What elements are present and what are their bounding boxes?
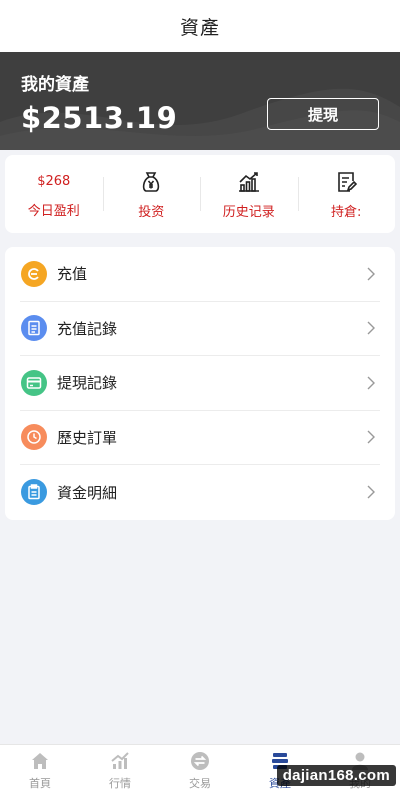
tab-trade[interactable]: 交易 bbox=[160, 745, 240, 796]
tab-home[interactable]: 首頁 bbox=[0, 745, 80, 796]
today-profit-label: 今日盈利 bbox=[27, 203, 80, 219]
chevron-right-icon bbox=[367, 485, 375, 499]
bar-chart-icon bbox=[237, 169, 261, 195]
chevron-right-icon bbox=[367, 376, 375, 390]
card-icon bbox=[21, 369, 47, 396]
tab-market[interactable]: 行情 bbox=[80, 745, 160, 796]
chevron-right-icon bbox=[367, 430, 375, 444]
tab-label-market: 行情 bbox=[109, 777, 131, 790]
menu-list: 充值 充值記錄 提現記錄 歷史訂單 資金明細 bbox=[5, 247, 395, 520]
menu-item-fund-details[interactable]: 資金明細 bbox=[20, 465, 380, 520]
exchange-icon bbox=[190, 750, 210, 772]
history-label: 历史记录 bbox=[222, 204, 275, 220]
withdraw-button[interactable]: 提現 bbox=[267, 98, 379, 130]
chevron-right-icon bbox=[367, 267, 375, 281]
clipboard-icon bbox=[21, 479, 47, 506]
money-bag-icon bbox=[139, 169, 163, 195]
stat-history[interactable]: 历史记录 bbox=[200, 155, 298, 233]
positions-label: 持倉: bbox=[331, 204, 362, 220]
menu-label-withdraw-records: 提現記錄 bbox=[57, 374, 118, 393]
asset-label: 我的資產 bbox=[21, 75, 89, 95]
menu-item-order-history[interactable]: 歷史訂單 bbox=[20, 411, 380, 465]
home-icon bbox=[30, 750, 50, 772]
invest-label: 投资 bbox=[138, 204, 165, 220]
chevron-right-icon bbox=[367, 321, 375, 335]
menu-label-recharge: 充值 bbox=[57, 265, 88, 284]
recharge-icon bbox=[21, 260, 47, 287]
asset-banner: 我的資產 $2513.19 提現 bbox=[0, 52, 400, 150]
menu-label-recharge-records: 充值記錄 bbox=[57, 319, 118, 338]
stat-positions[interactable]: 持倉: bbox=[297, 155, 396, 233]
site-watermark: dajian168.com bbox=[276, 765, 396, 786]
page-title: 資產 bbox=[179, 16, 220, 39]
top-header: 資產 bbox=[0, 0, 400, 52]
menu-item-withdraw-records[interactable]: 提現記錄 bbox=[20, 356, 380, 411]
tab-label-home: 首頁 bbox=[29, 777, 51, 790]
today-profit-value: $268 bbox=[37, 173, 71, 189]
stat-invest[interactable]: 投资 bbox=[102, 155, 201, 233]
stat-today-profit[interactable]: $268 今日盈利 bbox=[5, 155, 103, 233]
stats-card: $268 今日盈利 投资 历史记录 持倉: bbox=[5, 155, 395, 233]
edit-note-icon bbox=[334, 169, 358, 195]
menu-label-order-history: 歷史訂單 bbox=[57, 428, 118, 447]
tab-label-trade: 交易 bbox=[189, 777, 211, 790]
menu-item-recharge[interactable]: 充值 bbox=[20, 247, 380, 302]
menu-label-fund-details: 資金明細 bbox=[57, 483, 118, 502]
trend-icon bbox=[110, 750, 130, 772]
clock-icon bbox=[21, 424, 47, 451]
document-icon bbox=[21, 315, 47, 342]
menu-item-recharge-records[interactable]: 充值記錄 bbox=[20, 302, 380, 356]
